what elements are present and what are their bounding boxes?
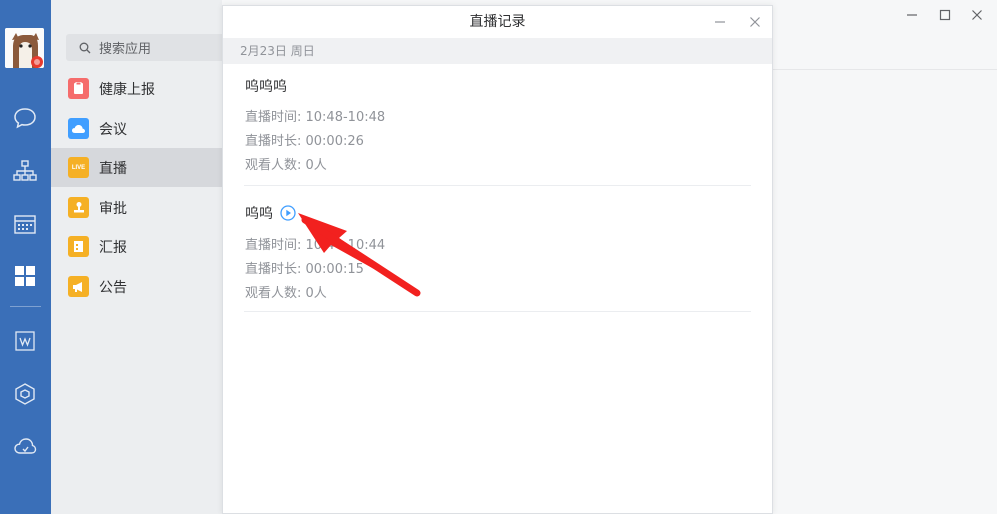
app-label: 会议 (99, 121, 127, 138)
search-icon (79, 42, 91, 53)
live-badge: LIVE (71, 164, 86, 171)
announcement-icon (68, 276, 89, 297)
record-viewers: 观看人数: 0人 (245, 286, 327, 301)
minimize-icon[interactable] (710, 12, 730, 32)
app-item-health-report[interactable]: 健康上报 (51, 69, 222, 108)
app-label: 公告 (99, 279, 127, 296)
health-report-icon (68, 78, 89, 99)
record-title[interactable]: 呜呜 (245, 203, 296, 223)
header-divider (772, 69, 997, 70)
org-chart-icon[interactable] (11, 157, 39, 185)
app-item-report[interactable]: 汇报 (51, 227, 222, 266)
record-title[interactable]: 呜呜呜 (245, 76, 287, 96)
app-item-announcement[interactable]: 公告 (51, 267, 222, 306)
window-close-icon[interactable] (967, 5, 987, 25)
record-time: 直播时间: 10:48-10:48 (245, 110, 386, 125)
record-time: 直播时间: 10:44-10:44 (245, 238, 386, 253)
play-icon[interactable] (280, 205, 296, 221)
window-maximize-icon[interactable] (935, 5, 955, 25)
report-icon (68, 236, 89, 257)
app-item-meeting[interactable]: 会议 (51, 109, 222, 148)
date-header: 2月23日 周日 (223, 38, 772, 64)
search-input[interactable]: 搜索应用 (66, 34, 226, 61)
rail-divider (10, 306, 41, 307)
record-divider (244, 185, 751, 186)
document-w-icon[interactable] (11, 327, 39, 355)
app-label: 审批 (99, 200, 127, 217)
app-label: 汇报 (99, 239, 127, 256)
app-item-approval[interactable]: 审批 (51, 188, 222, 227)
cube-icon[interactable] (11, 380, 39, 408)
live-icon: LIVE (68, 157, 89, 178)
apps-panel: 搜索应用 健康上报 会议 LIVE 直播 审批 汇报 公告 (51, 0, 226, 514)
search-placeholder: 搜索应用 (99, 42, 152, 57)
record-duration: 直播时长: 00:00:26 (245, 134, 364, 149)
calendar-icon[interactable] (11, 210, 39, 238)
close-icon[interactable] (745, 12, 765, 32)
cloud-icon[interactable] (11, 432, 39, 460)
live-records-dialog: 直播记录 2月23日 周日 呜呜呜 直播时间: 10:48-10:48 直播时长… (222, 5, 773, 514)
dialog-title: 直播记录 (469, 14, 526, 30)
navigation-rail (0, 0, 51, 514)
meeting-cloud-icon (68, 118, 89, 139)
avatar[interactable] (5, 28, 44, 68)
record-divider (244, 311, 751, 312)
record-duration: 直播时长: 00:00:15 (245, 262, 364, 277)
window-minimize-icon[interactable] (902, 5, 922, 25)
app-label: 直播 (99, 160, 127, 177)
app-item-live[interactable]: LIVE 直播 (51, 148, 222, 187)
record-viewers: 观看人数: 0人 (245, 158, 327, 173)
chat-icon[interactable] (11, 104, 39, 132)
apps-grid-icon[interactable] (11, 262, 39, 290)
approval-icon (68, 197, 89, 218)
app-label: 健康上报 (99, 81, 155, 98)
